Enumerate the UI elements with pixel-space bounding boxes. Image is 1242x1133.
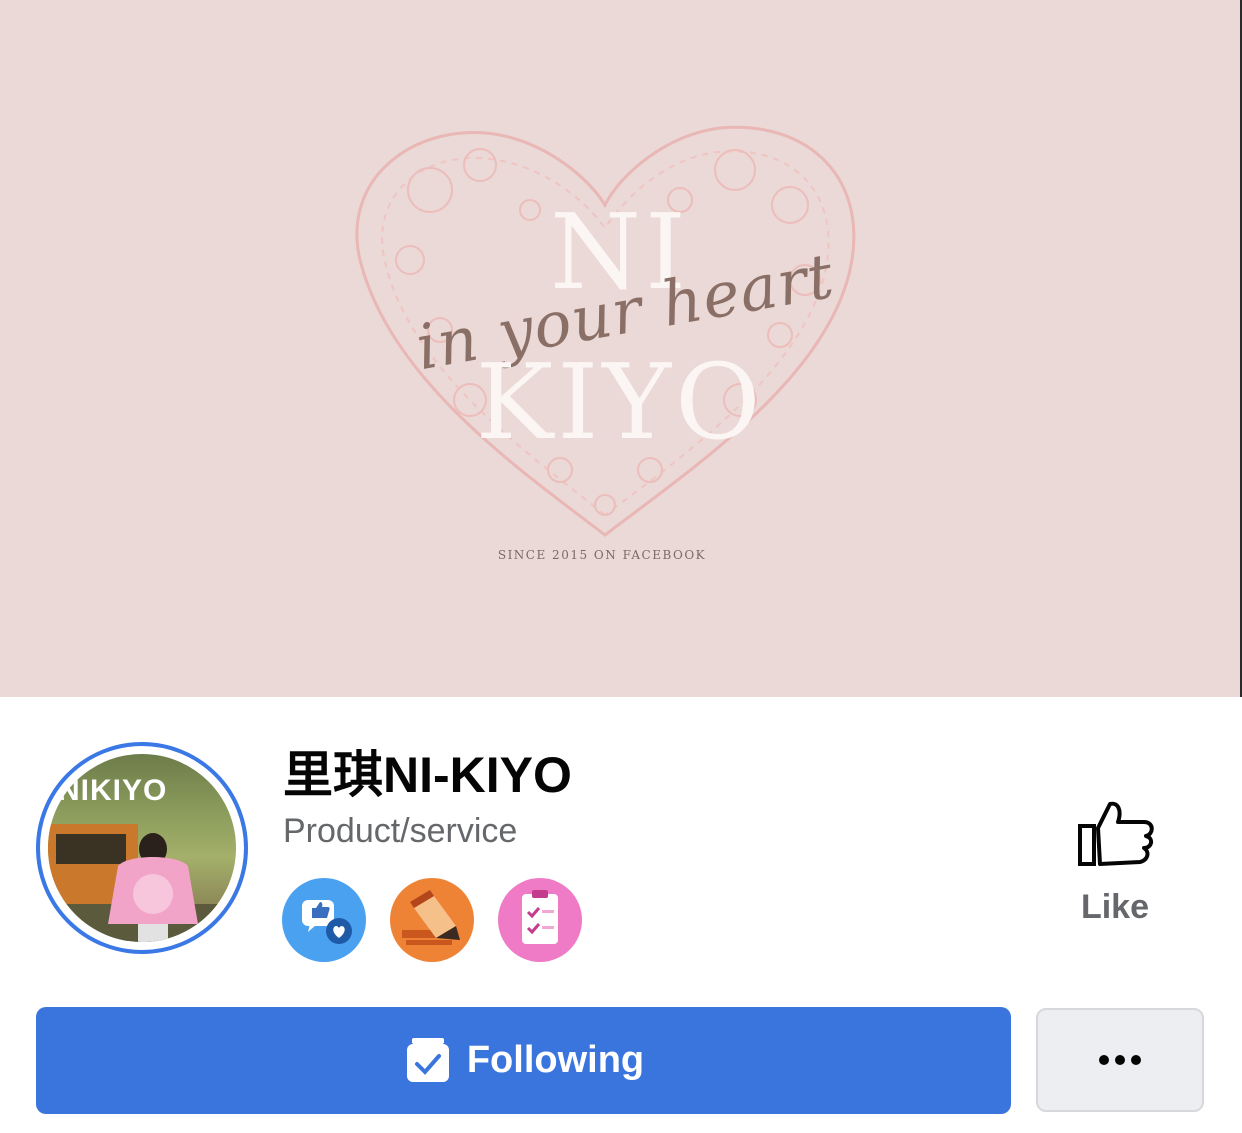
avatar[interactable]: NIKIYO — [36, 742, 248, 954]
avatar-photo: NIKIYO — [48, 754, 236, 942]
cover-since-text: SINCE 2015 ON FACEBOOK — [497, 548, 707, 562]
checklist-badge-icon[interactable] — [498, 878, 582, 962]
more-options-button[interactable] — [1036, 1008, 1204, 1112]
following-label: Following — [466, 1039, 645, 1081]
pencil-badge-icon[interactable] — [390, 878, 474, 962]
page-title: 里琪NI-KIYO — [283, 747, 572, 803]
following-button[interactable]: Following — [36, 1007, 1011, 1114]
following-check-icon — [406, 1037, 449, 1082]
like-comment-badge-icon[interactable] — [282, 878, 366, 962]
cover-photo[interactable]: NI in your heart KIYO SINCE 2015 ON FACE… — [0, 0, 1242, 697]
page-category: Product/service — [283, 812, 518, 850]
cover-title-kiyo: KIYO — [475, 341, 765, 463]
like-button[interactable]: Like — [1060, 796, 1170, 936]
thumbs-up-icon — [1078, 801, 1154, 866]
more-dots-icon — [1099, 1055, 1141, 1065]
avatar-logo-text: NIKIYO — [58, 774, 168, 807]
like-label: Like — [1080, 888, 1150, 926]
